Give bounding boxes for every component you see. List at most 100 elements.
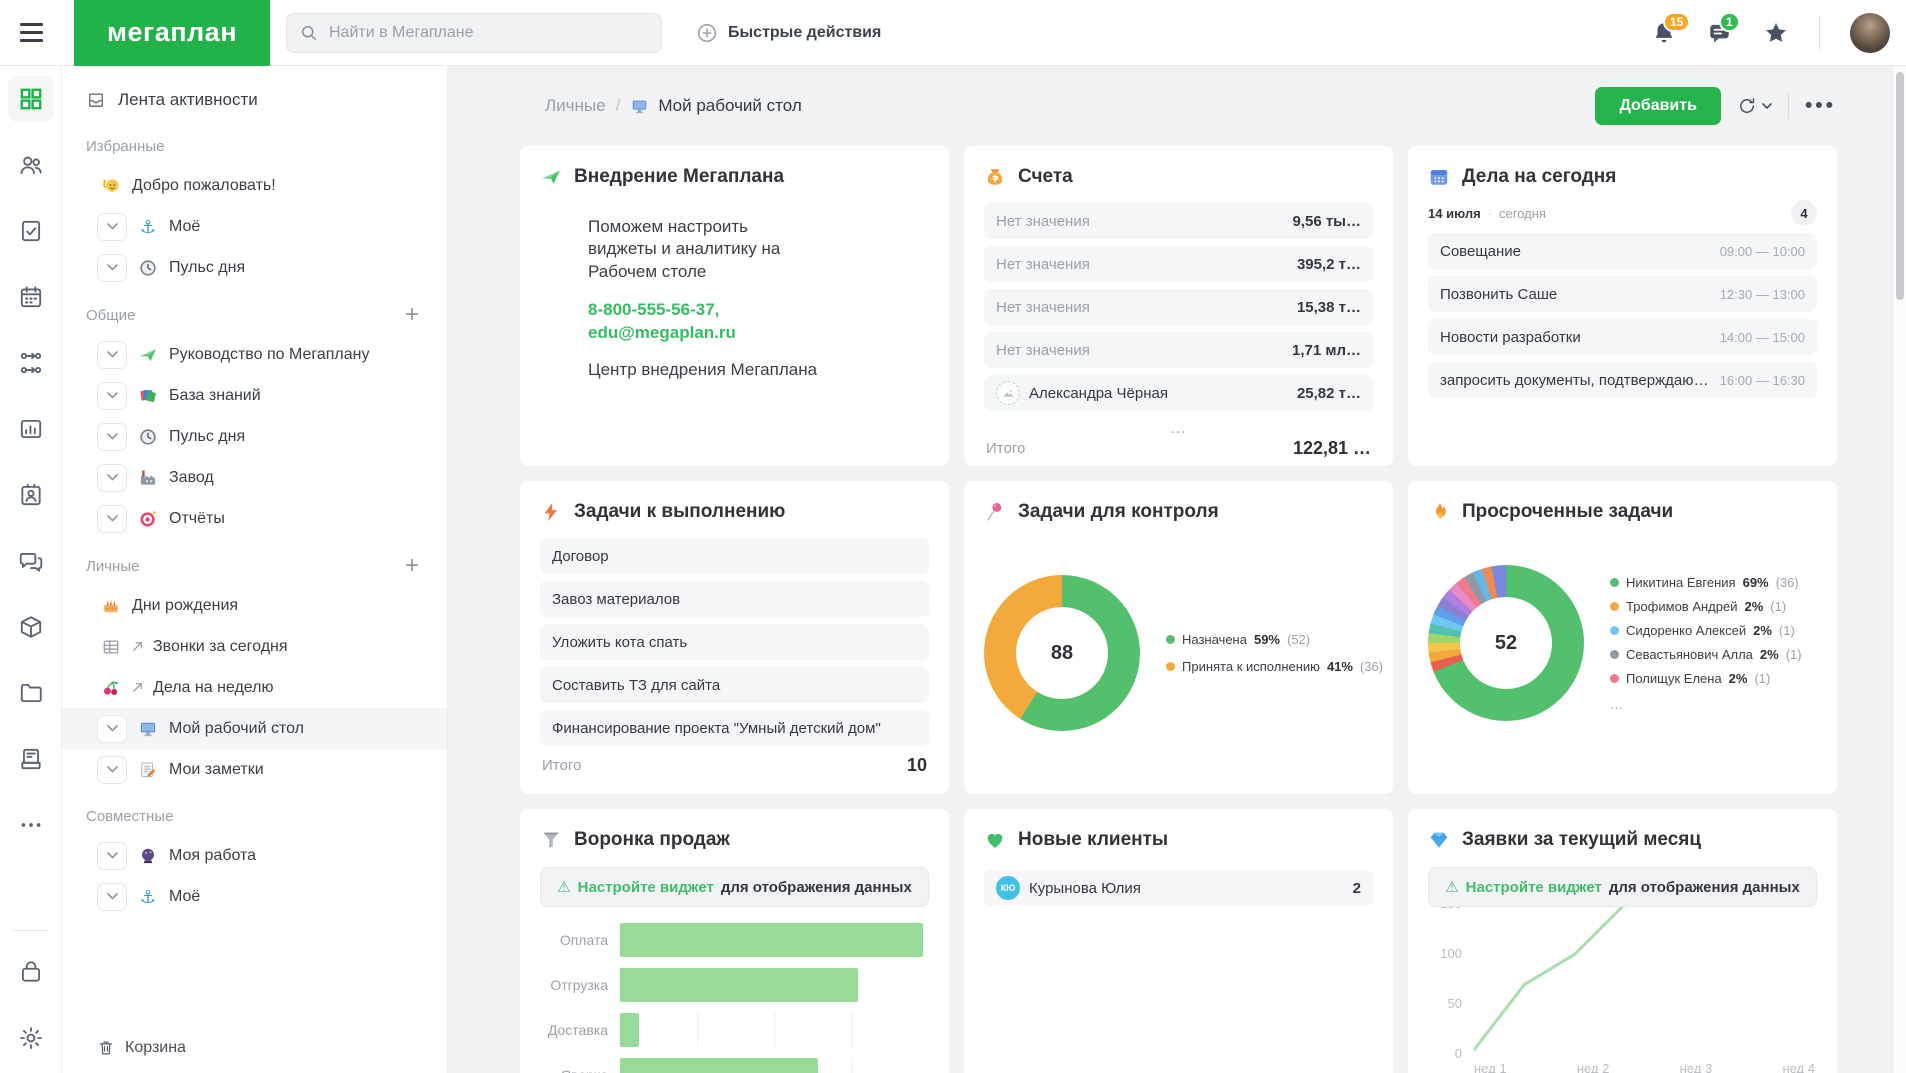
chevron-down-icon[interactable] xyxy=(97,423,127,451)
configure-widget-notice[interactable]: ⚠ Настройте виджет для отображения данны… xyxy=(540,867,929,907)
onboarding-contact-link[interactable]: 8-800-555-56-37, edu@megaplan.ru xyxy=(588,299,800,344)
legend-more[interactable]: … xyxy=(1610,697,1802,712)
configure-widget-link[interactable]: Настройте виджет xyxy=(578,879,714,896)
sidebar-item-guide[interactable]: Руководство по Мегаплану xyxy=(62,334,447,375)
legend-item[interactable]: Назначена 59% (52) xyxy=(1166,632,1373,647)
invoice-row[interactable]: Нет значения 1,71 мл… xyxy=(984,332,1373,368)
task-row[interactable]: Уложить кота спать xyxy=(540,624,929,660)
breadcrumb-parent[interactable]: Личные xyxy=(545,96,606,116)
diamond-icon xyxy=(1428,829,1450,851)
chevron-down-icon[interactable] xyxy=(97,715,127,743)
todo-row[interactable]: Новости разработки 14:00 — 15:00 xyxy=(1428,319,1817,355)
show-more[interactable]: ... xyxy=(984,420,1373,438)
configure-widget-notice[interactable]: ⚠ Настройте виджет для отображения данны… xyxy=(1428,867,1817,907)
favorites-button[interactable] xyxy=(1763,20,1789,46)
legend-item[interactable]: Никитина Евгения 69% (36) xyxy=(1610,575,1802,590)
messages-button[interactable]: 1 xyxy=(1707,20,1733,46)
sidebar-item-my-notes[interactable]: Мои заметки xyxy=(62,749,447,790)
legend-item[interactable]: Полищук Елена 2% (1) xyxy=(1610,671,1802,686)
app-logo[interactable]: мегаплан xyxy=(74,0,270,66)
chevron-down-icon[interactable] xyxy=(97,254,127,282)
rail-reports-icon[interactable] xyxy=(8,406,54,452)
chevron-down-icon[interactable] xyxy=(97,756,127,784)
trash-button[interactable]: Корзина xyxy=(97,1039,186,1057)
hamburger-menu-icon[interactable] xyxy=(0,23,62,42)
invoice-row[interactable]: Нет значения 15,38 т… xyxy=(984,289,1373,325)
sidebar-item-welcome[interactable]: Добро пожаловать! xyxy=(62,165,447,206)
todo-row[interactable]: Совещание 09:00 — 10:00 xyxy=(1428,233,1817,269)
scrollbar-thumb[interactable] xyxy=(1896,72,1904,300)
rail-products-icon[interactable] xyxy=(8,604,54,650)
control-donut-chart[interactable]: 88 xyxy=(984,575,1140,731)
task-row[interactable]: Составить ТЗ для сайта xyxy=(540,667,929,703)
rail-processes-icon[interactable] xyxy=(8,340,54,386)
todo-row[interactable]: Позвонить Саше 12:30 — 13:00 xyxy=(1428,276,1817,312)
sidebar-item-calls-today[interactable]: Звонки за сегодня xyxy=(62,626,447,667)
rail-invoices-icon[interactable] xyxy=(8,736,54,782)
funnel-bar[interactable] xyxy=(620,923,923,957)
quick-actions-button[interactable]: Быстрые действия xyxy=(696,22,881,44)
sidebar-item-birthdays[interactable]: Дни рождения xyxy=(62,585,447,626)
warning-icon: ⚠ xyxy=(1445,878,1458,896)
overdue-donut-chart[interactable]: 52 xyxy=(1428,565,1584,721)
chevron-down-icon[interactable] xyxy=(97,464,127,492)
legend-item[interactable]: Трофимов Андрей 2% (1) xyxy=(1610,599,1802,614)
sidebar-item-mine-shared[interactable]: ⚓ Моё xyxy=(62,876,447,917)
chevron-down-icon[interactable] xyxy=(97,341,127,369)
sidebar-activity-feed[interactable]: Лента активности xyxy=(62,80,447,120)
task-row[interactable]: Финансирование проекта "Умный детский до… xyxy=(540,710,929,746)
vertical-scrollbar[interactable] xyxy=(1892,66,1906,1073)
overdue-legend: Никитина Евгения 69% (36) Трофимов Андре… xyxy=(1610,575,1802,712)
add-widget-button[interactable]: + xyxy=(397,306,427,324)
global-search[interactable] xyxy=(286,13,662,53)
sidebar-item-reports[interactable]: Отчёты xyxy=(62,498,447,539)
notifications-button[interactable]: 15 xyxy=(1651,20,1677,46)
rail-calendar-icon[interactable] xyxy=(8,274,54,320)
funnel-bar[interactable] xyxy=(620,1058,818,1073)
legend-item[interactable]: Принята к исполнению 41% (36) xyxy=(1166,659,1373,674)
rail-documents-icon[interactable] xyxy=(8,670,54,716)
add-button[interactable]: Добавить xyxy=(1595,87,1721,125)
rail-messenger-icon[interactable] xyxy=(8,538,54,584)
sidebar-item-my-work[interactable]: Моя работа xyxy=(62,835,447,876)
legend-item[interactable]: Сидоренко Алексей 2% (1) xyxy=(1610,623,1802,638)
legend-item[interactable]: Севастьянович Алла 2% (1) xyxy=(1610,647,1802,662)
more-options-button[interactable]: ••• xyxy=(1805,94,1836,118)
rail-employees-icon[interactable] xyxy=(8,142,54,188)
sidebar-item-mine-fav[interactable]: ⚓ Моё xyxy=(62,206,447,247)
sidebar-item-label: Отчёты xyxy=(169,510,447,528)
widget-title-row: Просроченные задачи xyxy=(1428,497,1817,525)
sidebar-item-knowledge-base[interactable]: База знаний xyxy=(62,375,447,416)
rail-dashboard-icon[interactable] xyxy=(8,76,54,122)
funnel-bar[interactable] xyxy=(620,1013,639,1047)
invoice-person-row[interactable]: Александра Чёрная 25,82 т… xyxy=(984,375,1373,411)
invoice-row[interactable]: Нет значения 9,56 ты… xyxy=(984,203,1373,239)
sidebar-item-day-pulse[interactable]: Пульс дня xyxy=(62,416,447,457)
chevron-down-icon[interactable] xyxy=(97,382,127,410)
client-row[interactable]: КЮ Курынова Юлия 2 xyxy=(984,870,1373,906)
green-heart-icon xyxy=(984,829,1006,851)
chevron-down-icon[interactable] xyxy=(97,213,127,241)
refresh-button[interactable] xyxy=(1737,96,1772,116)
task-row[interactable]: Завоз материалов xyxy=(540,581,929,617)
invoice-row[interactable]: Нет значения 395,2 т… xyxy=(984,246,1373,282)
chevron-down-icon[interactable] xyxy=(97,842,127,870)
sidebar-item-factory[interactable]: Завод xyxy=(62,457,447,498)
task-row[interactable]: Договор xyxy=(540,538,929,574)
rail-tasks-icon[interactable] xyxy=(8,208,54,254)
rail-settings-gear-icon[interactable] xyxy=(8,1015,54,1061)
chevron-down-icon[interactable] xyxy=(97,505,127,533)
sidebar-item-week-todos[interactable]: Дела на неделю xyxy=(62,667,447,708)
rail-more-icon[interactable] xyxy=(8,802,54,848)
funnel-bar[interactable] xyxy=(620,968,858,1002)
rail-store-icon[interactable] xyxy=(8,949,54,995)
search-input[interactable] xyxy=(329,24,649,42)
todo-row[interactable]: запросить документы, подтверждающ… 16:00… xyxy=(1428,362,1817,398)
add-widget-button[interactable]: + xyxy=(397,557,427,575)
user-avatar[interactable] xyxy=(1850,13,1890,53)
chevron-down-icon[interactable] xyxy=(97,883,127,911)
configure-widget-link[interactable]: Настройте виджет xyxy=(1466,879,1602,896)
sidebar-item-day-pulse-fav[interactable]: Пульс дня xyxy=(62,247,447,288)
sidebar-item-my-desktop[interactable]: Мой рабочий стол xyxy=(62,708,447,749)
rail-contacts-icon[interactable] xyxy=(8,472,54,518)
